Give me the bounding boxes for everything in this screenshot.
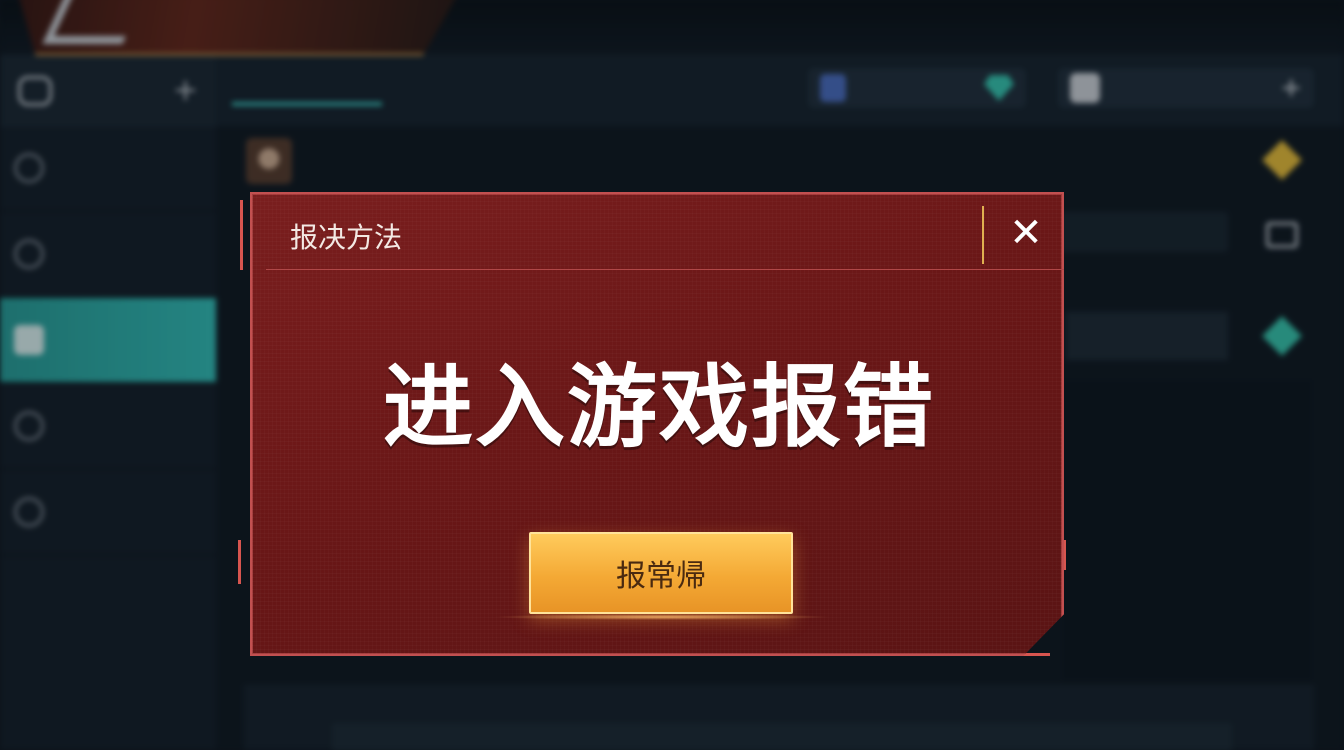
dialog-header-separator bbox=[982, 206, 984, 264]
error-dialog: 报决方法 ✕ 进入游戏报错 报常帰 bbox=[250, 192, 1064, 656]
dialog-title: 报决方法 bbox=[290, 221, 403, 254]
close-icon[interactable]: ✕ bbox=[1004, 212, 1048, 256]
dialog-header: 报决方法 ✕ bbox=[266, 194, 1064, 270]
button-glow bbox=[492, 614, 832, 620]
action-button[interactable]: 报常帰 bbox=[529, 532, 793, 614]
dialog-frame-decoration bbox=[238, 540, 244, 584]
error-message: 进入游戏报错 bbox=[383, 355, 935, 460]
